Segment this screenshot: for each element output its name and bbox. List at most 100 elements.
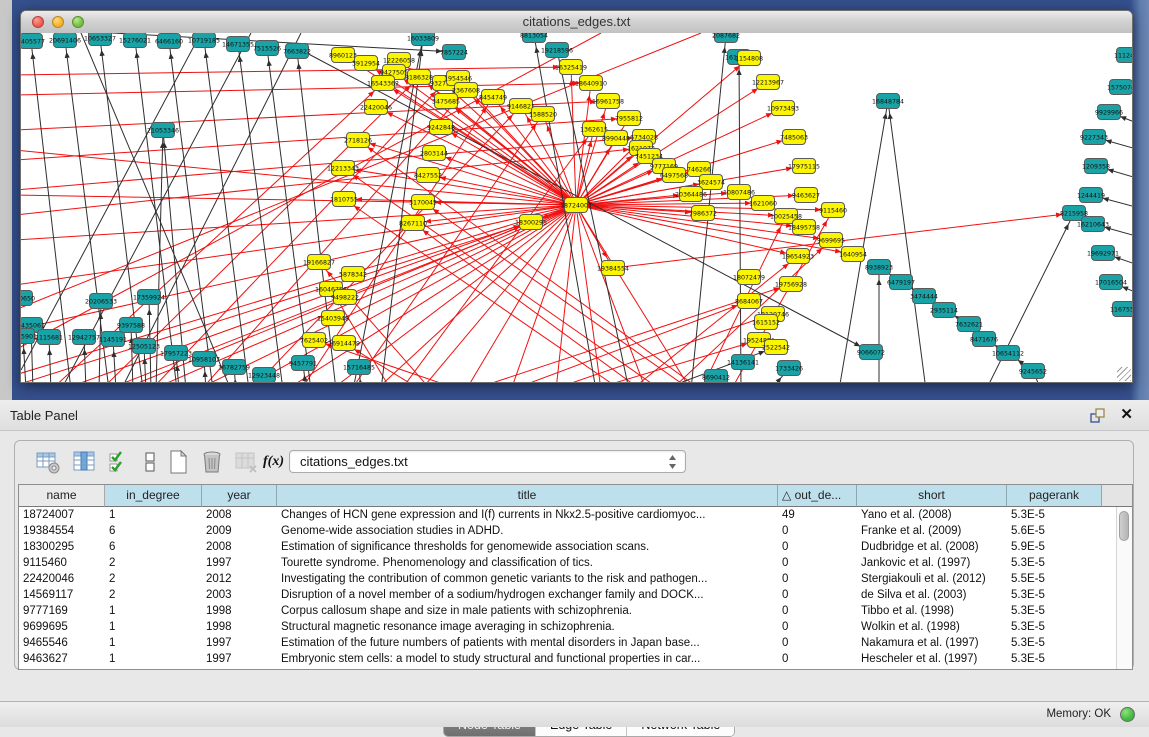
cell-in_degree[interactable]: 6	[105, 523, 202, 539]
cell-name[interactable]: 18724007	[19, 507, 105, 523]
cell-short[interactable]: Jankovic et al. (1997)	[857, 555, 1007, 571]
graph-node[interactable]: 8454749	[479, 90, 507, 105]
graph-node[interactable]: 17016504	[1095, 275, 1127, 290]
graph-node[interactable]: 16961758	[592, 94, 624, 109]
cell-in_degree[interactable]: 2	[105, 571, 202, 587]
cell-year[interactable]: 1997	[202, 651, 277, 667]
graph-node[interactable]: 16914479	[328, 336, 360, 351]
graph-node[interactable]: 1112405	[1114, 48, 1132, 63]
graph-node[interactable]: 10653327	[84, 33, 116, 46]
delete-table-icon[interactable]	[199, 449, 225, 475]
cell-out_degree[interactable]: 0	[778, 619, 857, 635]
window-titlebar[interactable]: citations_edges.txt	[21, 11, 1132, 34]
cell-out_degree[interactable]: 0	[778, 603, 857, 619]
graph-node[interactable]: 5878342	[339, 267, 367, 282]
cell-year[interactable]: 1998	[202, 603, 277, 619]
cell-short[interactable]: Yano et al. (2008)	[857, 507, 1007, 523]
cell-title[interactable]: Changes of HCN gene expression and I(f) …	[277, 507, 778, 523]
cell-in_degree[interactable]: 1	[105, 619, 202, 635]
graph-node[interactable]: 7955812	[615, 111, 643, 126]
cell-title[interactable]: Disruption of a novel member of a sodium…	[277, 587, 778, 603]
cell-out_degree[interactable]: 0	[778, 539, 857, 555]
table-row[interactable]: 2242004622012Investigating the contribut…	[19, 571, 1102, 587]
graph-node[interactable]: 2718126	[344, 133, 372, 148]
cell-out_degree[interactable]: 0	[778, 651, 857, 667]
graph-node[interactable]: 12923448	[248, 368, 280, 383]
cell-short[interactable]: de Silva et al. (2003)	[857, 587, 1007, 603]
graph-node[interactable]: 1640954	[839, 247, 867, 262]
column-header-year[interactable]: year	[202, 485, 277, 507]
cell-name[interactable]: 9699695	[19, 619, 105, 635]
table-selector-dropdown[interactable]: citations_edges.txt	[289, 450, 686, 473]
table-row[interactable]: 977716911998Corpus callosum shape and si…	[19, 603, 1102, 619]
cell-in_degree[interactable]: 2	[105, 587, 202, 603]
cell-pagerank[interactable]: 5.3E-5	[1007, 635, 1102, 651]
cell-pagerank[interactable]: 5.3E-5	[1007, 619, 1102, 635]
graph-node[interactable]: 15403948	[317, 311, 349, 326]
cell-year[interactable]: 1998	[202, 619, 277, 635]
graph-node[interactable]: 6497568	[660, 168, 688, 183]
graph-node[interactable]: 18072479	[733, 270, 765, 285]
graph-node[interactable]: 19166827	[303, 255, 335, 270]
graph-node[interactable]: 19654923	[782, 249, 814, 264]
cell-title[interactable]: Genome-wide association studies in ADHD.	[277, 523, 778, 539]
node-attribute-table[interactable]: namein_degreeyeartitle△ out_de...shortpa…	[18, 484, 1133, 670]
graph-node[interactable]: 1362615	[580, 122, 608, 137]
graph-node[interactable]: 20691406	[49, 33, 81, 48]
table-row[interactable]: 911546021997Tourette syndrome. Phenomeno…	[19, 555, 1102, 571]
cell-title[interactable]: Corpus callosum shape and size in male p…	[277, 603, 778, 619]
graph-node[interactable]: 12942757	[68, 330, 100, 345]
cell-out_degree[interactable]: 0	[778, 523, 857, 539]
cell-name[interactable]: 9463627	[19, 651, 105, 667]
graph-node[interactable]: 1115681	[35, 330, 63, 345]
scrollbar-thumb[interactable]	[1119, 511, 1129, 541]
graph-node[interactable]: 1209358	[1082, 159, 1110, 174]
table-body[interactable]: 18724007 1 2008Changes of HCN gene express…	[19, 507, 1102, 667]
cell-name[interactable]: 22420046	[19, 571, 105, 587]
table-row[interactable]: 946554611997Estimation of the future num…	[19, 635, 1102, 651]
cell-pagerank[interactable]: 5.5E-5	[1007, 571, 1102, 587]
graph-node[interactable]: 9929966	[1095, 105, 1123, 120]
graph-node[interactable]: 7485063	[780, 130, 808, 145]
graph-node[interactable]: 9242848	[427, 120, 455, 135]
graph-node[interactable]: 9699695	[817, 233, 845, 248]
cell-out_degree[interactable]: 0	[778, 571, 857, 587]
graph-node[interactable]: 16543362	[367, 76, 399, 91]
column-visibility-icon[interactable]	[71, 449, 97, 475]
graph-node[interactable]: 17359924	[133, 290, 165, 305]
graph-node[interactable]: 8427552	[414, 168, 442, 183]
graph-node[interactable]: 16848784	[872, 94, 904, 109]
graph-node[interactable]: 1145191	[99, 332, 127, 347]
cell-year[interactable]: 2008	[202, 539, 277, 555]
cell-name[interactable]: 9465546	[19, 635, 105, 651]
cell-title[interactable]: Estimation of the future numbers of pati…	[277, 635, 778, 651]
graph-node[interactable]: 12213343	[327, 161, 359, 176]
network-canvas[interactable]: 2405577206914061065332715276021646616010…	[21, 33, 1132, 382]
cell-year[interactable]: 2009	[202, 523, 277, 539]
graph-node[interactable]: 19692971	[1087, 246, 1119, 261]
graph-node[interactable]: 19218596	[541, 43, 573, 58]
table-row[interactable]: 1938455462009Genome-wide association stu…	[19, 523, 1102, 539]
graph-node[interactable]: 2522542	[762, 340, 790, 355]
graph-node[interactable]: 10807486	[723, 185, 755, 200]
graph-node[interactable]: 12213967	[752, 75, 784, 90]
graph-node[interactable]: 7515526	[253, 41, 281, 56]
cell-short[interactable]: Stergiakouli et al. (2012)	[857, 571, 1007, 587]
select-columns-icon[interactable]	[107, 449, 133, 475]
graph-node[interactable]: 1575074	[1107, 80, 1132, 95]
float-panel-icon[interactable]	[1090, 408, 1105, 423]
graph-node[interactable]: 9245652	[1019, 364, 1047, 379]
graph-node[interactable]: 1167553	[1110, 302, 1132, 317]
graph-node[interactable]: 19756928	[775, 277, 807, 292]
graph-node[interactable]: 8684067	[735, 294, 763, 309]
graph-node[interactable]: 8471676	[970, 332, 998, 347]
graph-node[interactable]: 3474444	[910, 289, 938, 304]
cell-name[interactable]: 14569117	[19, 587, 105, 603]
cell-in_degree[interactable]: 6	[105, 539, 202, 555]
graph-node[interactable]: 3170045	[409, 195, 437, 210]
graph-node[interactable]: 2087682	[712, 33, 740, 43]
graph-node[interactable]: 10958107	[188, 352, 220, 367]
cell-short[interactable]: Franke et al. (2009)	[857, 523, 1007, 539]
table-row[interactable]: 969969511998Structural magnetic resonanc…	[19, 619, 1102, 635]
graph-node[interactable]: 20206533	[85, 294, 117, 309]
